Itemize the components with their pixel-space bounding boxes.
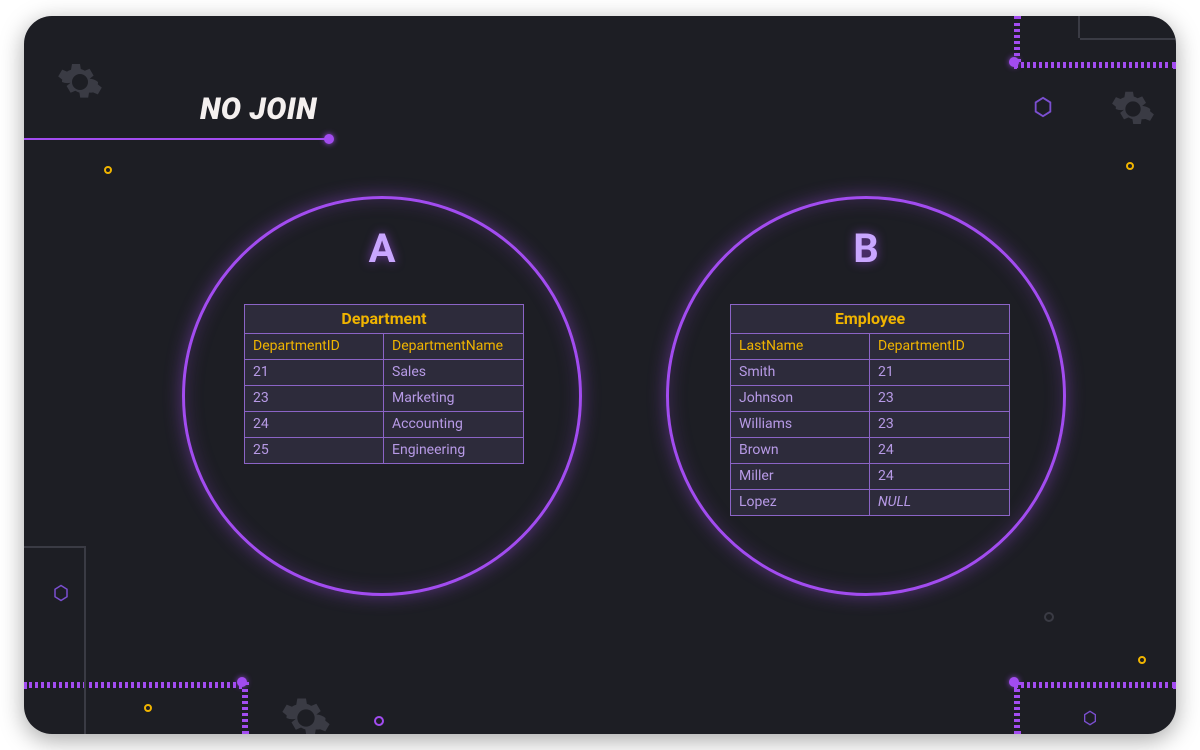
hexagon-icon bbox=[52, 584, 70, 602]
cell: Brown bbox=[731, 437, 870, 463]
hexagon-icon bbox=[1032, 96, 1054, 118]
decor-line bbox=[24, 682, 242, 688]
decor-line bbox=[84, 546, 86, 734]
decor-line bbox=[1014, 682, 1020, 734]
table-row: 24 Accounting bbox=[245, 411, 523, 437]
col-header: DepartmentName bbox=[384, 334, 523, 359]
dot-icon bbox=[374, 716, 384, 726]
table-row: Lopez NULL bbox=[731, 489, 1009, 515]
cell: Miller bbox=[731, 463, 870, 489]
cell: Engineering bbox=[384, 437, 523, 463]
table-row: 23 Marketing bbox=[245, 385, 523, 411]
gear-icon bbox=[1110, 86, 1156, 132]
decor-node bbox=[1009, 57, 1019, 67]
decor-line bbox=[24, 546, 84, 548]
table-header-row: DepartmentID DepartmentName bbox=[245, 334, 523, 359]
dot-icon bbox=[104, 166, 112, 174]
table-employee: Employee LastName DepartmentID Smith 21 … bbox=[730, 304, 1010, 516]
cell: 24 bbox=[245, 411, 384, 437]
table-row: Brown 24 bbox=[731, 437, 1009, 463]
decor-line bbox=[1078, 16, 1080, 38]
cell: Johnson bbox=[731, 385, 870, 411]
cell: 24 bbox=[870, 437, 1009, 463]
cell: Accounting bbox=[384, 411, 523, 437]
title-underline bbox=[24, 138, 328, 140]
cell: Lopez bbox=[731, 489, 870, 515]
table-row: Williams 23 bbox=[731, 411, 1009, 437]
table-row: 25 Engineering bbox=[245, 437, 523, 463]
col-header: DepartmentID bbox=[870, 334, 1009, 359]
table-row: Smith 21 bbox=[731, 359, 1009, 385]
decor-line bbox=[1014, 62, 1176, 68]
cell: 21 bbox=[245, 359, 384, 385]
title-underline-dot bbox=[324, 134, 334, 144]
gear-icon bbox=[280, 692, 332, 734]
table-caption: Department bbox=[245, 305, 523, 334]
hexagon-icon bbox=[1082, 710, 1098, 726]
decor-line bbox=[1014, 16, 1020, 62]
diagram-frame: NO JOIN A B Department DepartmentID Depa… bbox=[24, 16, 1176, 734]
decor-line bbox=[242, 682, 248, 734]
cell: Marketing bbox=[384, 385, 523, 411]
table-caption: Employee bbox=[731, 305, 1009, 334]
cell: 24 bbox=[870, 463, 1009, 489]
cell-null: NULL bbox=[870, 489, 1009, 515]
cell: 21 bbox=[870, 359, 1009, 385]
cell: Sales bbox=[384, 359, 523, 385]
cell: Smith bbox=[731, 359, 870, 385]
cell: Williams bbox=[731, 411, 870, 437]
table-department: Department DepartmentID DepartmentName 2… bbox=[244, 304, 524, 464]
table-header-row: LastName DepartmentID bbox=[731, 334, 1009, 359]
col-header: DepartmentID bbox=[245, 334, 384, 359]
dot-icon bbox=[1126, 162, 1134, 170]
set-label-b: B bbox=[853, 225, 879, 272]
gear-icon bbox=[56, 58, 104, 106]
decor-node bbox=[237, 677, 247, 687]
dot-icon bbox=[144, 704, 152, 712]
dot-icon bbox=[1044, 612, 1054, 622]
cell: 25 bbox=[245, 437, 384, 463]
dot-icon bbox=[1138, 656, 1146, 664]
table-row: Johnson 23 bbox=[731, 385, 1009, 411]
decor-node bbox=[1009, 677, 1019, 687]
cell: 23 bbox=[870, 411, 1009, 437]
page-title: NO JOIN bbox=[200, 92, 317, 127]
table-row: 21 Sales bbox=[245, 359, 523, 385]
set-label-a: A bbox=[369, 225, 396, 272]
decor-line bbox=[1080, 38, 1176, 40]
cell: 23 bbox=[245, 385, 384, 411]
col-header: LastName bbox=[731, 334, 870, 359]
table-row: Miller 24 bbox=[731, 463, 1009, 489]
cell: 23 bbox=[870, 385, 1009, 411]
decor-line bbox=[1014, 682, 1176, 688]
